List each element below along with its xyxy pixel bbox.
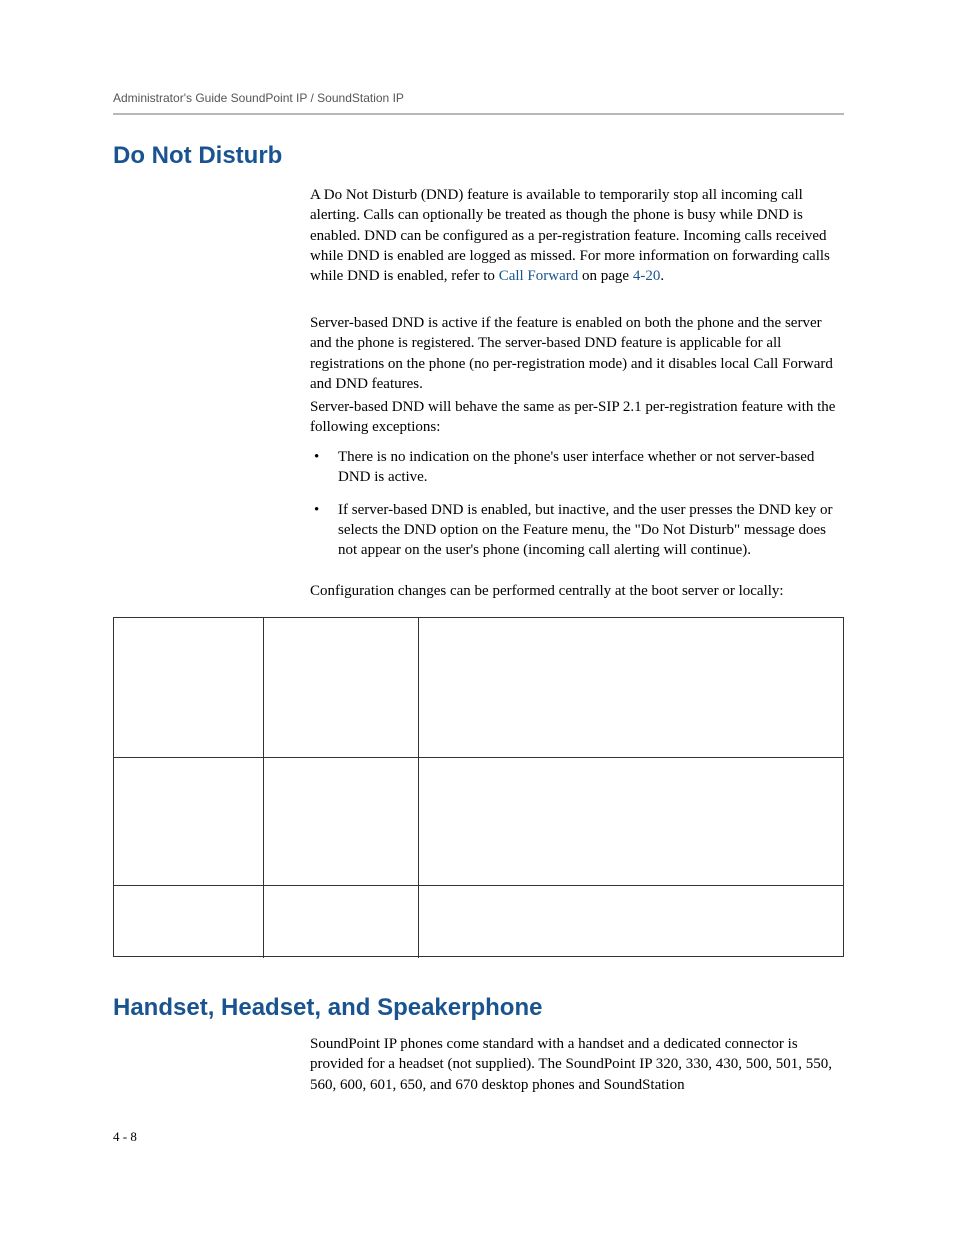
link-page-ref[interactable]: 4-20: [633, 268, 661, 284]
bullet-icon: •: [310, 447, 338, 488]
table-row: [114, 758, 843, 886]
table-cell: [264, 618, 419, 757]
bullet-text-1: There is no indication on the phone's us…: [338, 447, 844, 488]
para1-text-c: .: [660, 268, 664, 284]
para1-text-b: on page: [578, 268, 633, 284]
table-cell: [264, 758, 419, 885]
table-cell: [114, 886, 264, 958]
paragraph-handset-intro: SoundPoint IP phones come standard with …: [310, 1034, 844, 1095]
page-number: 4 - 8: [113, 1129, 137, 1144]
page-header: Administrator's Guide SoundPoint IP / So…: [113, 91, 844, 115]
exceptions-list: • There is no indication on the phone's …: [310, 447, 844, 572]
table-row: [114, 618, 843, 758]
header-text: Administrator's Guide SoundPoint IP / So…: [113, 91, 404, 105]
table-cell: [264, 886, 419, 958]
list-item: • If server-based DND is enabled, but in…: [310, 500, 844, 561]
table-cell: [419, 618, 843, 757]
paragraph-exceptions-intro: Server-based DND will behave the same as…: [310, 397, 844, 438]
table-row: [114, 886, 843, 958]
bullet-icon: •: [310, 500, 338, 561]
section-heading-dnd: Do Not Disturb: [113, 142, 282, 170]
bullet-text-2: If server-based DND is enabled, but inac…: [338, 500, 844, 561]
table-cell: [419, 758, 843, 885]
section-heading-handset: Handset, Headset, and Speakerphone: [113, 994, 542, 1022]
table-cell: [114, 618, 264, 757]
list-item: • There is no indication on the phone's …: [310, 447, 844, 488]
table-cell: [419, 886, 843, 958]
page-footer: 4 - 8: [113, 1129, 137, 1145]
config-table: [113, 617, 844, 957]
paragraph-config-intro: Configuration changes can be performed c…: [310, 581, 844, 601]
link-call-forward[interactable]: Call Forward: [499, 268, 579, 284]
paragraph-dnd-intro: A Do Not Disturb (DND) feature is availa…: [310, 185, 844, 286]
table-cell: [114, 758, 264, 885]
paragraph-server-dnd: Server-based DND is active if the featur…: [310, 313, 844, 394]
